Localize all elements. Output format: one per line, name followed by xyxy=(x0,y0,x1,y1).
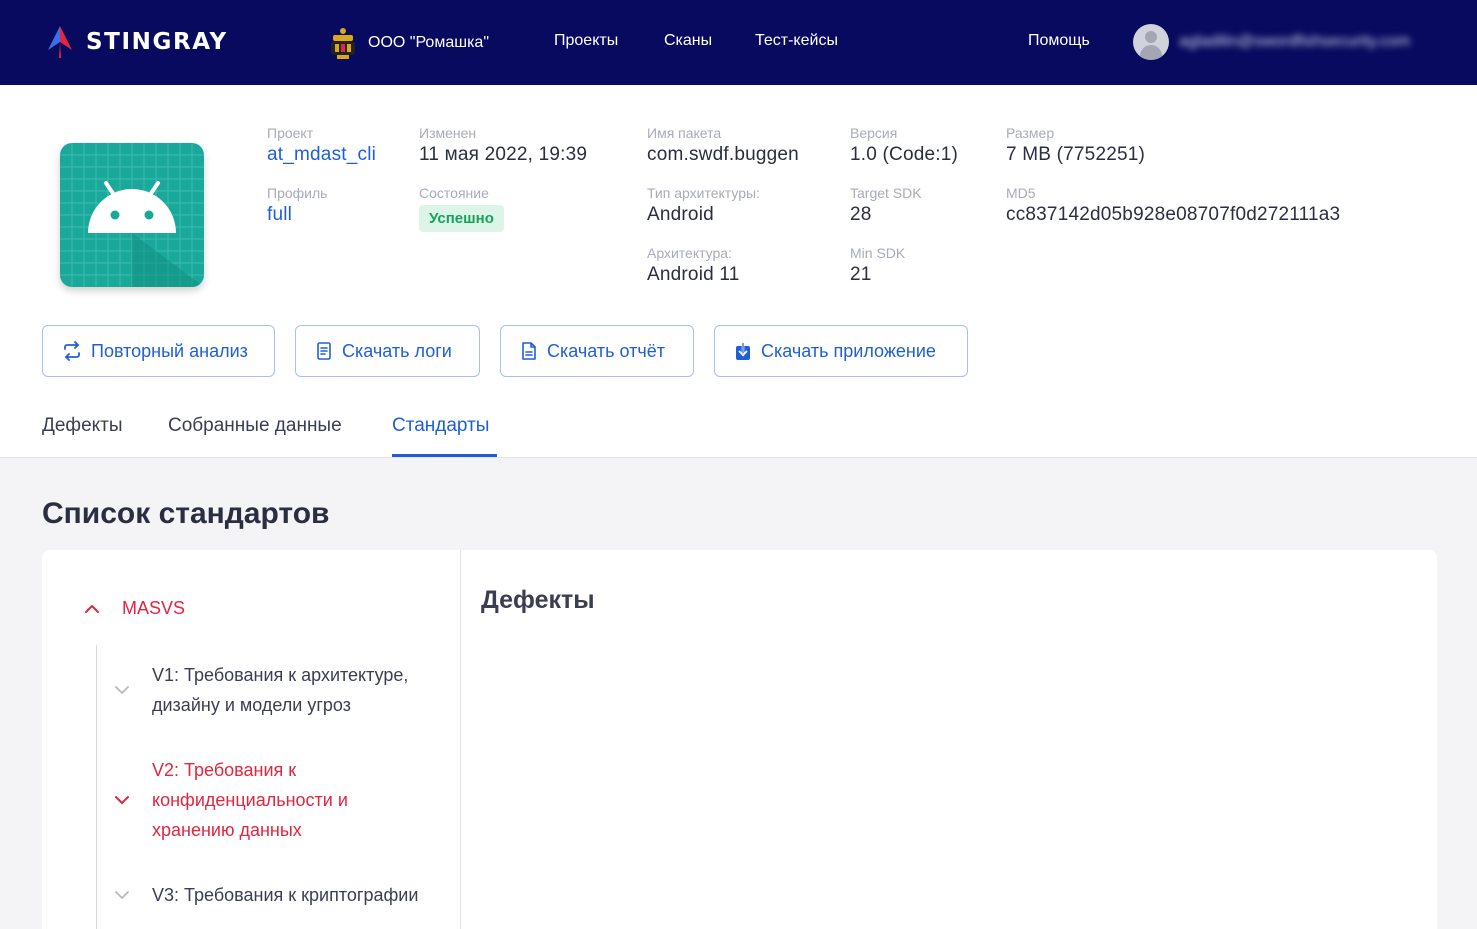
profile-label: Профиль xyxy=(267,185,328,201)
download-logs-label: Скачать логи xyxy=(342,340,452,361)
nav-projects[interactable]: Проекты xyxy=(554,32,618,50)
organization-selector[interactable]: ООО "Ромашка" xyxy=(328,26,489,60)
tab-collected-data[interactable]: Собранные данные xyxy=(168,415,342,437)
top-navigation-bar: STINGRAY ООО "Ромашка" Проекты Сканы Тес… xyxy=(0,0,1477,85)
arch-type-label: Тип архитектуры: xyxy=(647,185,760,201)
project-label: Проект xyxy=(267,125,314,141)
tab-defects[interactable]: Дефекты xyxy=(42,415,123,437)
standard-item-v1[interactable]: V1: Требования к архитектуре, дизайну и … xyxy=(114,660,408,720)
standard-item-v2-line: V2: Требования к xyxy=(152,760,297,780)
status-badge: Успешно xyxy=(419,205,504,232)
user-email: agladilin@swordfishsecurity.com xyxy=(1179,33,1411,50)
md5-label: MD5 xyxy=(1006,185,1036,201)
org-emblem-icon xyxy=(331,28,355,59)
brand-name: STINGRAY xyxy=(86,29,228,55)
scan-info-panel: Проект at_mdast_cli Профиль full Изменен… xyxy=(0,85,1477,458)
standards-list-title: Список стандартов xyxy=(42,497,330,530)
android-app-icon xyxy=(60,143,204,287)
log-file-icon xyxy=(317,342,331,360)
refresh-icon xyxy=(64,341,80,361)
min-sdk-label: Min SDK xyxy=(850,245,906,261)
nav-test-cases[interactable]: Тест-кейсы xyxy=(755,32,838,50)
masvs-group-label: MASVS xyxy=(122,598,186,618)
download-app-label: Скачать приложение xyxy=(761,340,936,361)
arch-label: Архитектура: xyxy=(647,245,732,261)
download-report-label: Скачать отчёт xyxy=(547,340,665,361)
chevron-down-icon xyxy=(115,686,129,694)
download-report-button[interactable]: Скачать отчёт xyxy=(500,325,694,377)
standard-item-v2[interactable]: V2: Требования к конфиденциальности и хр… xyxy=(114,755,348,845)
arch-type-value: Android xyxy=(647,204,714,225)
user-avatar-icon xyxy=(1133,24,1169,60)
standard-item-v3-line: V3: Требования к криптографии xyxy=(152,885,419,905)
target-sdk-value: 28 xyxy=(850,204,872,225)
chevron-down-icon xyxy=(115,796,129,804)
download-logs-button[interactable]: Скачать логи xyxy=(295,325,480,377)
min-sdk-value: 21 xyxy=(850,264,872,285)
reanalyze-label: Повторный анализ xyxy=(91,340,248,361)
standard-item-v2-line: конфиденциальности и xyxy=(152,790,348,810)
defects-panel-title: Дефекты xyxy=(481,586,595,614)
active-tab-indicator xyxy=(392,454,497,457)
tree-guide-line xyxy=(96,645,97,929)
user-menu[interactable]: agladilin@swordfishsecurity.com xyxy=(1133,24,1410,60)
package-value: com.swdf.buggen xyxy=(647,144,799,165)
target-sdk-label: Target SDK xyxy=(850,185,922,201)
version-value: 1.0 (Code:1) xyxy=(850,144,959,165)
panel-divider xyxy=(460,550,461,929)
profile-link[interactable]: full xyxy=(267,204,292,226)
chevron-down-icon xyxy=(115,891,129,899)
chevron-up-icon xyxy=(85,604,99,613)
standard-item-v1-line: дизайну и модели угроз xyxy=(152,695,351,715)
modified-label: Изменен xyxy=(419,125,477,141)
nav-help[interactable]: Помощь xyxy=(1028,32,1090,50)
standard-item-v2-line: хранению данных xyxy=(152,820,302,840)
standards-card: MASVS V1: Требования к архитектуре, диза… xyxy=(42,550,1437,929)
download-app-icon xyxy=(736,341,750,360)
standard-item-v3[interactable]: V3: Требования к криптографии xyxy=(114,880,418,910)
modified-value: 11 мая 2022, 19:39 xyxy=(419,144,588,165)
tab-standards[interactable]: Стандарты xyxy=(392,415,489,437)
organization-name: ООО "Ромашка" xyxy=(368,34,489,51)
report-file-icon xyxy=(522,342,536,360)
standard-item-v1-line: V1: Требования к архитектуре, xyxy=(152,665,409,685)
nav-scans[interactable]: Сканы xyxy=(664,32,712,50)
version-label: Версия xyxy=(850,125,898,141)
package-label: Имя пакета xyxy=(647,125,722,141)
download-app-button[interactable]: Скачать приложение xyxy=(714,325,968,377)
stingray-logo xyxy=(48,26,72,58)
arch-value: Android 11 xyxy=(647,264,740,285)
md5-value: cc837142d05b928e08707f0d272111a3 xyxy=(1006,204,1341,225)
size-label: Размер xyxy=(1006,125,1055,141)
masvs-group-toggle[interactable]: MASVS xyxy=(84,598,185,619)
reanalyze-button[interactable]: Повторный анализ xyxy=(42,325,275,377)
project-link[interactable]: at_mdast_cli xyxy=(267,144,376,166)
status-label: Состояние xyxy=(419,185,489,201)
brand[interactable]: STINGRAY xyxy=(42,24,228,60)
size-value: 7 MB (7752251) xyxy=(1006,144,1146,165)
